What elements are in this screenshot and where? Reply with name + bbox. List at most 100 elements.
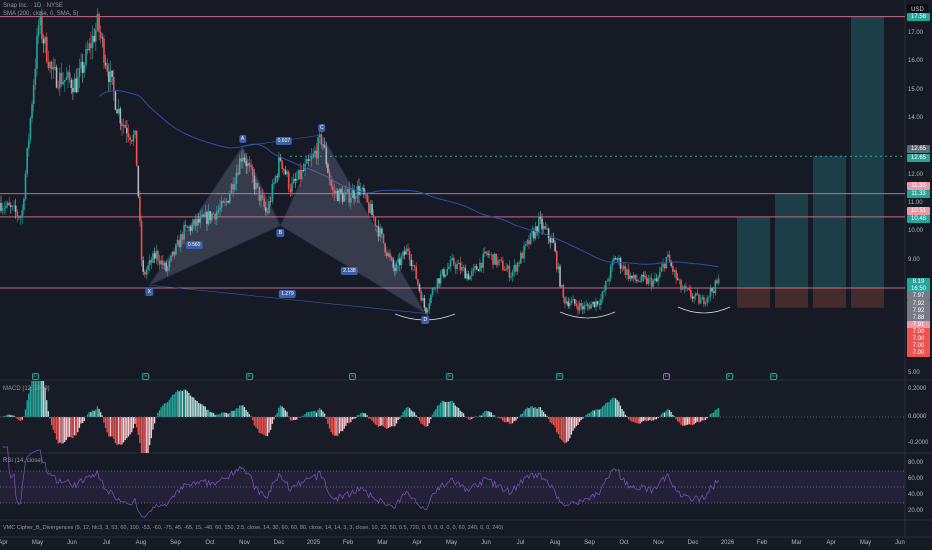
candle-body xyxy=(531,231,534,234)
macd-bar xyxy=(212,412,215,417)
candle-body xyxy=(106,65,109,72)
target-box xyxy=(813,156,846,288)
candle-body xyxy=(371,203,373,216)
candle-body xyxy=(26,147,28,174)
pattern-ratio: 2.138 xyxy=(341,266,358,275)
candle-body xyxy=(158,260,161,265)
candle-body xyxy=(444,274,447,277)
candle-body xyxy=(426,309,429,313)
macd-bar xyxy=(459,410,461,417)
macd-bar xyxy=(13,415,15,417)
macd-bar xyxy=(634,417,636,423)
macd-bar xyxy=(423,417,425,426)
macd-bar xyxy=(670,412,672,417)
macd-bar xyxy=(253,417,255,426)
chart-canvas[interactable] xyxy=(0,0,932,550)
macd-bar xyxy=(320,409,322,417)
price-tag: 11.33 xyxy=(907,190,930,199)
macd-bar xyxy=(113,417,115,439)
candle-body xyxy=(577,306,579,311)
macd-bar xyxy=(49,417,51,419)
candle-body xyxy=(425,307,427,313)
candle-body xyxy=(696,293,699,295)
macd-bar xyxy=(525,409,527,417)
macd-bar xyxy=(693,417,695,425)
macd-bar xyxy=(256,417,259,430)
candle-body xyxy=(693,296,695,299)
event-marker-icon: E xyxy=(556,373,564,380)
macd-bar xyxy=(145,417,148,453)
candle-body xyxy=(474,266,476,269)
target-box xyxy=(737,216,770,288)
pattern-point-c: C xyxy=(318,123,326,132)
macd-label[interactable]: MACD (12, 26, 9) xyxy=(3,386,50,392)
candle-body xyxy=(93,35,95,42)
candle-body xyxy=(591,301,594,305)
macd-bar xyxy=(587,413,589,417)
candle-body xyxy=(184,224,187,227)
macd-bar xyxy=(340,417,342,432)
macd-bar xyxy=(520,414,522,417)
macd-bar xyxy=(168,399,170,417)
macd-bar xyxy=(70,417,72,438)
candle-body xyxy=(533,231,535,239)
macd-bar xyxy=(631,417,633,422)
symbol-title[interactable]: Snap Inc. · 1D · NYSE xyxy=(3,3,63,9)
candle-body xyxy=(5,205,7,208)
vmc-label[interactable]: VMC Cipher_B_Divergences (9, 12, hlc3, 3… xyxy=(3,525,503,531)
candle-body xyxy=(10,205,12,207)
candle xyxy=(45,32,48,64)
macd-bar xyxy=(150,417,152,439)
candle-body xyxy=(462,266,465,268)
candle-body xyxy=(451,257,453,261)
macd-bar xyxy=(716,409,718,417)
macd-bar xyxy=(642,417,645,421)
macd-bar xyxy=(222,412,224,417)
candle xyxy=(665,256,668,270)
macd-bar xyxy=(319,408,321,417)
macd-bar xyxy=(335,417,337,436)
candle-body xyxy=(503,270,506,271)
macd-bar xyxy=(655,417,658,420)
sma-indicator-label[interactable]: SMA (200, close, 0, SMA, 5) xyxy=(3,11,78,17)
candle-body xyxy=(711,288,713,292)
candle-body xyxy=(108,71,110,83)
macd-bar xyxy=(371,417,373,421)
candle-body xyxy=(318,134,321,138)
macd-bar xyxy=(608,401,610,417)
macd-bar xyxy=(337,417,339,437)
macd-bar xyxy=(185,389,187,417)
candle-body xyxy=(284,169,287,175)
macd-bar xyxy=(668,410,671,417)
candle-body xyxy=(36,35,38,69)
candle-body xyxy=(459,262,462,271)
candle-body xyxy=(83,64,86,73)
candle-body xyxy=(122,124,125,127)
candle-body xyxy=(34,68,37,85)
macd-bar xyxy=(636,417,638,424)
candle-body xyxy=(111,70,113,77)
macd-bar xyxy=(188,392,190,417)
candle-body xyxy=(448,266,450,269)
macd-bar xyxy=(392,417,394,427)
price-tag: 10.51 xyxy=(907,206,930,215)
candle-body xyxy=(438,278,440,284)
rsi-label[interactable]: RSI (14, close) xyxy=(3,458,43,464)
price-axis-tick: 17.00 xyxy=(908,30,924,36)
macd-bar xyxy=(100,412,102,417)
candle-body xyxy=(6,202,9,206)
macd-bar xyxy=(516,417,519,419)
macd-bar xyxy=(28,393,30,417)
macd-bar xyxy=(111,417,113,437)
candle-body xyxy=(271,183,274,202)
candle-body xyxy=(142,260,145,272)
macd-bar xyxy=(552,417,555,425)
macd-bar xyxy=(531,406,533,417)
macd-bar xyxy=(327,417,329,424)
macd-bar xyxy=(209,411,211,417)
event-marker-icon: D xyxy=(663,373,671,380)
month-label: Dec xyxy=(687,540,699,546)
candle-body xyxy=(117,108,120,114)
macd-bar xyxy=(199,403,202,417)
candle-body xyxy=(544,226,547,229)
